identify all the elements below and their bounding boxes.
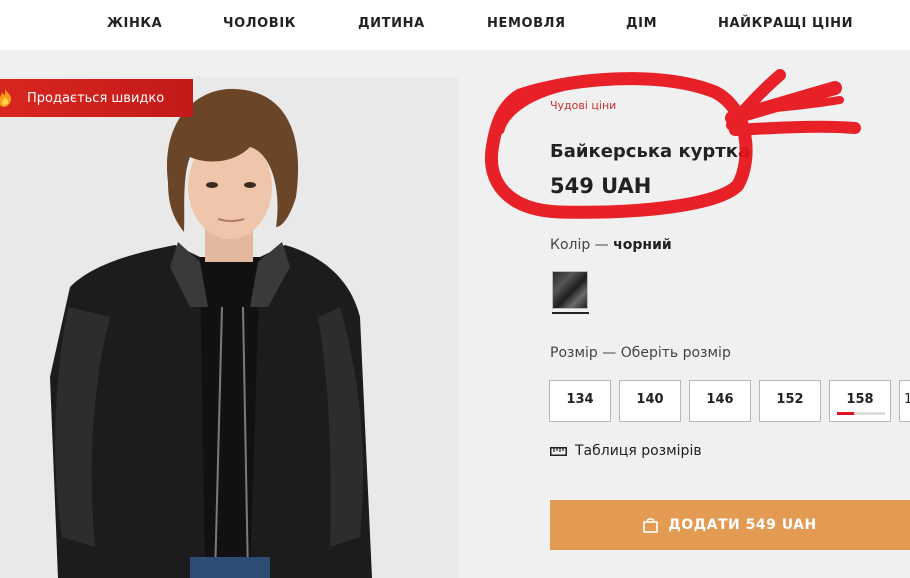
promo-tag[interactable]: Чудові ціни [550,99,616,112]
selected-swatch-indicator [552,312,589,314]
size-option-label: 158 [846,391,874,407]
product-title: Байкерська куртка [550,141,751,162]
size-selector-label: Розмір — Оберіть розмір [550,345,731,361]
size-option-label: 1 [904,392,910,407]
color-dash: — [590,237,614,253]
nav-item-home[interactable]: ДІМ [626,16,657,31]
size-chart-link[interactable]: Таблиця розмірів [550,443,702,459]
size-prompt: Оберіть розмір [620,345,731,361]
size-option-134[interactable]: 134 [549,380,611,422]
color-swatch-black[interactable] [552,271,588,309]
size-option-146[interactable]: 146 [689,380,751,422]
product-photo[interactable] [0,77,458,578]
add-to-cart-label: ДОДАТИ 549 UAH [668,517,817,533]
selling-fast-badge: Продається швидко [0,79,193,117]
top-navigation: ЖІНКА ЧОЛОВІК ДИТИНА НЕМОВЛЯ ДІМ НАЙКРАЩ… [0,0,910,50]
nav-item-women[interactable]: ЖІНКА [107,16,162,31]
selling-fast-text: Продається швидко [27,90,165,106]
nav-item-baby[interactable]: НЕМОВЛЯ [487,16,566,31]
color-value: чорний [613,237,672,253]
size-dash: — [597,345,621,361]
nav-item-kids[interactable]: ДИТИНА [358,16,425,31]
low-stock-bar [837,412,885,415]
size-option-partial[interactable]: 1 [899,380,910,422]
size-option-label: 134 [566,391,594,407]
size-option-140[interactable]: 140 [619,380,681,422]
size-option-152[interactable]: 152 [759,380,821,422]
product-price: 549 UAH [550,174,652,198]
size-chart-label: Таблиця розмірів [575,443,702,459]
ruler-icon [550,446,567,456]
add-to-cart-button[interactable]: ДОДАТИ 549 UAH [550,500,910,550]
fire-icon [0,89,12,107]
size-option-label: 146 [706,391,734,407]
size-option-158[interactable]: 158 [829,380,891,422]
size-label: Розмір [550,345,598,361]
low-stock-bar-fill [837,412,854,415]
product-image-illustration [0,77,458,578]
size-option-label: 140 [636,391,664,407]
color-selector-label: Колір — чорний [550,237,672,253]
size-option-label: 152 [776,391,804,407]
nav-item-men[interactable]: ЧОЛОВІК [223,16,296,31]
shopping-bag-icon [643,518,659,533]
nav-item-best-prices[interactable]: НАЙКРАЩІ ЦІНИ [718,16,853,31]
color-label: Колір [550,237,591,253]
